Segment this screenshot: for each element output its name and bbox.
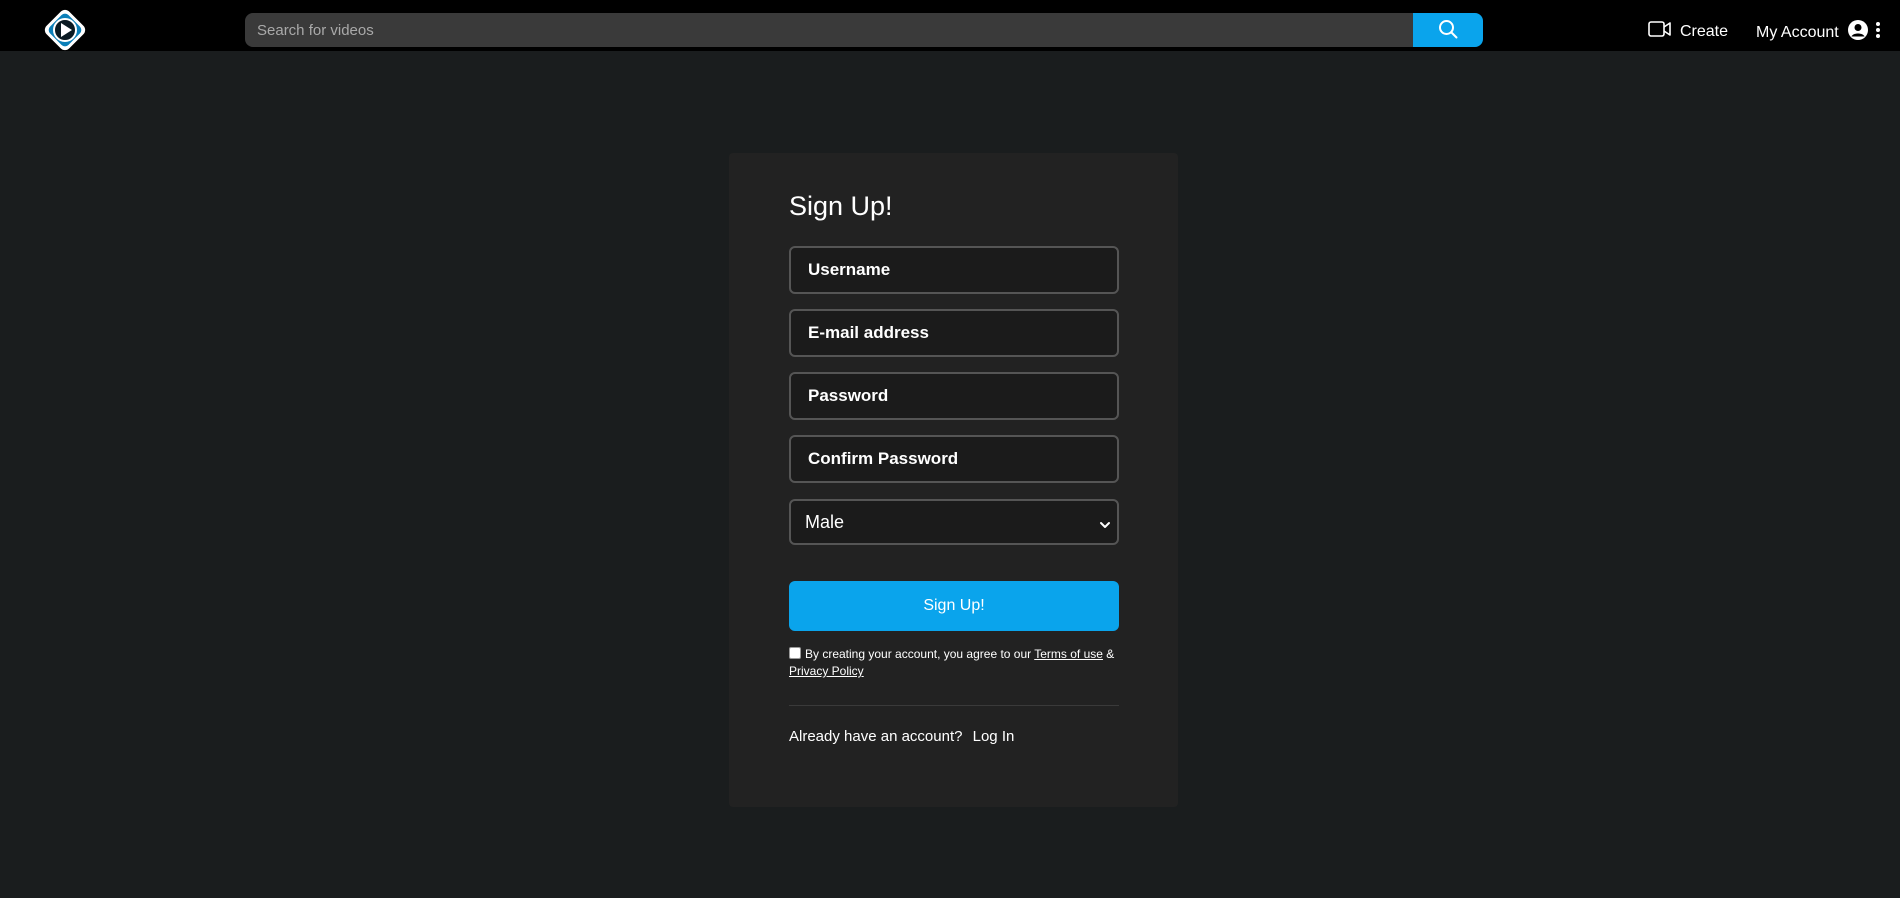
login-link[interactable]: Log In	[973, 728, 1015, 745]
divider	[789, 705, 1119, 706]
search-icon	[1438, 19, 1458, 42]
chevron-down-icon	[1099, 515, 1111, 536]
login-prompt-row: Already have an account? Log In	[789, 728, 1014, 745]
my-account-button[interactable]: My Account	[1756, 19, 1881, 46]
page-title: Sign Up!	[789, 191, 893, 221]
gender-select[interactable]: Male	[789, 499, 1119, 545]
privacy-policy-link[interactable]: Privacy Policy	[789, 664, 864, 678]
kebab-menu-icon[interactable]	[1875, 20, 1881, 45]
username-field[interactable]	[789, 246, 1119, 294]
logo-icon[interactable]	[40, 5, 90, 55]
terms-agreement: By creating your account, you agree to o…	[789, 646, 1129, 680]
gender-selected-value: Male	[805, 511, 845, 532]
terms-of-use-link[interactable]: Terms of use	[1034, 647, 1103, 661]
video-camera-icon	[1648, 19, 1680, 44]
email-field[interactable]	[789, 309, 1119, 357]
password-field[interactable]	[789, 372, 1119, 420]
terms-text: By creating your account, you agree to o…	[805, 647, 1035, 661]
signup-button[interactable]: Sign Up!	[789, 581, 1119, 631]
search-input[interactable]	[245, 13, 1413, 47]
terms-ampersand: &	[1102, 647, 1115, 661]
create-label: Create	[1680, 22, 1729, 40]
confirm-password-field[interactable]	[789, 435, 1119, 483]
terms-checkbox[interactable]	[789, 647, 801, 659]
top-navigation-bar: Create My Account	[0, 0, 1900, 51]
create-button[interactable]: Create	[1648, 19, 1728, 44]
account-label: My Account	[1756, 23, 1839, 41]
search-button[interactable]	[1413, 13, 1483, 47]
search-bar	[245, 13, 1483, 47]
login-prompt-text: Already have an account?	[789, 728, 963, 745]
user-circle-icon	[1847, 19, 1869, 46]
signup-card: Sign Up! Male Sign Up! By creating your …	[729, 153, 1178, 807]
